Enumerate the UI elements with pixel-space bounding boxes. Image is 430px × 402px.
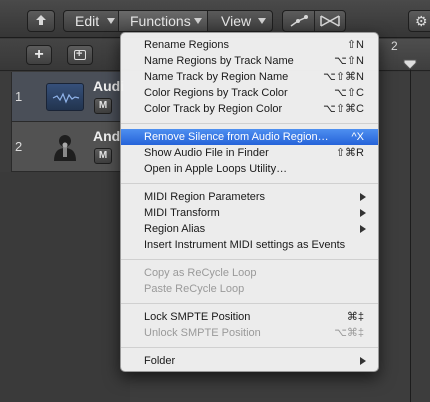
menu-item-shortcut: ⇧N <box>346 39 364 51</box>
edit-menu[interactable]: Edit <box>64 11 119 31</box>
menu-item-label: Color Track by Region Color <box>144 103 283 115</box>
automation-curve-icon[interactable] <box>289 14 309 28</box>
menu-item-shortcut: ⇧⌘R <box>335 147 364 159</box>
arrow-up-icon <box>36 15 46 25</box>
menu-item-folder[interactable]: Folder <box>121 353 378 369</box>
track-header-bar <box>0 39 130 71</box>
menu-item-label: Show Audio File in Finder <box>144 147 269 159</box>
playhead-line[interactable] <box>410 63 411 402</box>
menu-item-label: Paste ReCycle Loop <box>144 283 245 295</box>
local-menu-bar: Edit Functions View <box>63 10 273 32</box>
menu-item-label: Lock SMPTE Position <box>144 311 251 323</box>
menu-item-label: MIDI Transform <box>144 207 220 219</box>
settings-button[interactable]: ⚙ <box>408 10 430 32</box>
menu-item-shortcut: ⌥⇧C <box>334 87 364 99</box>
functions-menu-label: Functions <box>130 13 191 29</box>
logic-arrange-window: Edit Functions View ⚙ + 1 <box>0 0 430 402</box>
mute-button[interactable]: M <box>94 148 112 164</box>
submenu-arrow-icon <box>360 209 366 217</box>
submenu-arrow-icon <box>360 357 366 365</box>
go-up-button[interactable] <box>27 10 55 32</box>
track-row[interactable]: 2 Andr M <box>0 122 130 172</box>
playhead-icon[interactable] <box>403 59 417 70</box>
view-menu-label: View <box>221 13 252 29</box>
menu-separator <box>121 183 378 184</box>
track-list-empty-area <box>0 172 130 402</box>
view-menu[interactable]: View <box>208 11 272 31</box>
chevron-down-icon <box>258 18 266 24</box>
waveform-icon <box>46 83 84 111</box>
menu-item-label: Remove Silence from Audio Region… <box>144 131 329 143</box>
automation-tools <box>282 10 346 32</box>
menu-item-name-regions-by-track[interactable]: Name Regions by Track Name ⌥⇧N <box>121 53 378 69</box>
crossfade-icon[interactable] <box>319 14 341 28</box>
menu-item-region-alias[interactable]: Region Alias <box>121 221 378 237</box>
menu-item-label: Unlock SMPTE Position <box>144 327 261 339</box>
menu-item-name-track-by-region[interactable]: Name Track by Region Name ⌥⇧⌘N <box>121 69 378 85</box>
menu-item-shortcut: ⌥⌘‡ <box>334 327 364 339</box>
menu-item-midi-transform[interactable]: MIDI Transform <box>121 205 378 221</box>
edit-menu-label: Edit <box>75 13 100 29</box>
track-number: 2 <box>15 139 23 154</box>
menu-item-label: Insert Instrument MIDI settings as Event… <box>144 239 346 251</box>
submenu-arrow-icon <box>360 225 366 233</box>
ruler-bar-number: 2 <box>391 39 398 53</box>
track-color-strip <box>0 72 12 122</box>
menu-item-show-in-finder[interactable]: Show Audio File in Finder ⇧⌘R <box>121 145 378 161</box>
menu-item-shortcut: ⌘‡ <box>346 311 364 323</box>
menu-item-label: Name Track by Region Name <box>144 71 289 83</box>
menu-item-paste-recycle-loop: Paste ReCycle Loop <box>121 281 378 297</box>
mute-button[interactable]: M <box>94 98 112 114</box>
add-box-icon <box>74 46 86 63</box>
menu-item-shortcut: ⌥⇧N <box>334 55 364 67</box>
menu-item-label: MIDI Region Parameters <box>144 191 266 203</box>
menu-item-color-track-by-region[interactable]: Color Track by Region Color ⌥⇧⌘C <box>121 101 378 117</box>
menu-item-rename-regions[interactable]: Rename Regions ⇧N <box>121 37 378 53</box>
menu-item-label: Rename Regions <box>144 39 229 51</box>
menu-item-shortcut: ^X <box>351 131 365 143</box>
menu-separator <box>121 123 378 124</box>
track-row[interactable]: 1 Audi M <box>0 72 130 122</box>
menu-item-open-apple-loops-utility[interactable]: Open in Apple Loops Utility… <box>121 161 378 177</box>
track-color-strip <box>0 122 12 172</box>
menu-item-label: Open in Apple Loops Utility… <box>144 163 288 175</box>
menu-separator <box>121 347 378 348</box>
menu-item-label: Name Regions by Track Name <box>144 55 294 67</box>
menu-item-copy-recycle-loop: Copy as ReCycle Loop <box>121 265 378 281</box>
menu-item-remove-silence[interactable]: Remove Silence from Audio Region… ^X <box>121 129 378 145</box>
microphone-singer-icon <box>46 133 84 161</box>
chevron-down-icon <box>194 18 202 24</box>
menu-item-label: Color Regions by Track Color <box>144 87 288 99</box>
menu-item-unlock-smpte-position: Unlock SMPTE Position ⌥⌘‡ <box>121 325 378 341</box>
menu-item-midi-region-parameters[interactable]: MIDI Region Parameters <box>121 189 378 205</box>
menu-item-lock-smpte-position[interactable]: Lock SMPTE Position ⌘‡ <box>121 309 378 325</box>
functions-dropdown-menu: Rename Regions ⇧N Name Regions by Track N… <box>120 32 379 372</box>
new-track-with-settings-button[interactable] <box>67 45 93 65</box>
gear-icon: ⚙ <box>415 13 428 29</box>
plus-icon: + <box>34 46 44 63</box>
menu-separator <box>121 303 378 304</box>
add-track-button[interactable]: + <box>26 45 52 65</box>
menu-item-label: Folder <box>144 355 176 367</box>
menu-item-label: Copy as ReCycle Loop <box>144 267 257 279</box>
menu-item-shortcut: ⌥⇧⌘N <box>323 71 364 83</box>
submenu-arrow-icon <box>360 193 366 201</box>
menu-item-shortcut: ⌥⇧⌘C <box>323 103 364 115</box>
chevron-down-icon <box>107 18 115 24</box>
menu-separator <box>121 259 378 260</box>
menu-item-label: Region Alias <box>144 223 206 235</box>
menu-item-color-regions-by-track[interactable]: Color Regions by Track Color ⌥⇧C <box>121 85 378 101</box>
track-number: 1 <box>15 89 23 104</box>
menu-item-insert-instrument-midi-settings[interactable]: Insert Instrument MIDI settings as Event… <box>121 237 378 253</box>
divider <box>314 11 315 31</box>
functions-menu[interactable]: Functions <box>119 11 208 31</box>
